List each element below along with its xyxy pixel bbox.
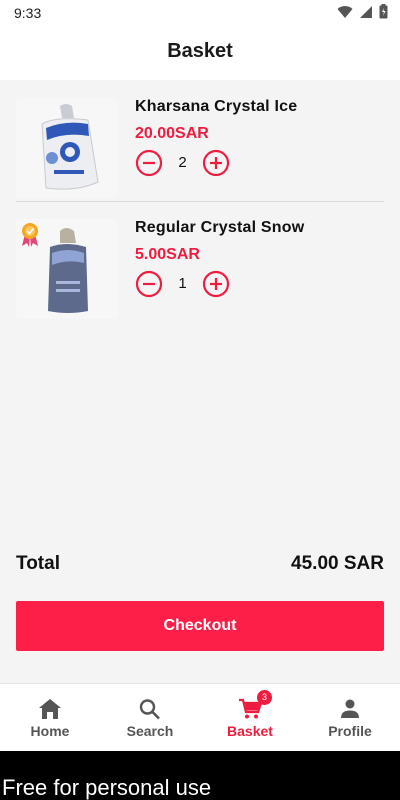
total-label: Total xyxy=(16,553,60,574)
watermark-text: Free for personal use xyxy=(2,775,212,800)
quantity-stepper: 1 xyxy=(135,270,235,298)
decrease-quantity-button[interactable] xyxy=(135,270,163,298)
item-price: 20.00SAR xyxy=(135,125,209,142)
basket-item: Regular Crystal Snow 5.00SAR 1 xyxy=(16,219,384,319)
item-name: Kharsana Crystal Ice xyxy=(135,98,298,115)
item-divider xyxy=(16,201,384,202)
cart-count-badge: 3 xyxy=(257,690,272,705)
watermark-bar: Free for personal use xyxy=(0,751,400,800)
item-name: Regular Crystal Snow xyxy=(135,219,305,236)
profile-icon xyxy=(341,699,359,718)
quantity-value: 2 xyxy=(178,154,187,171)
signal-icon xyxy=(360,5,372,18)
nav-label: Profile xyxy=(328,723,372,739)
basket-content: Kharsana Crystal Ice 20.00SAR 2 Regular … xyxy=(0,80,400,683)
nav-item-profile[interactable]: Profile xyxy=(300,684,400,752)
nav-label: Search xyxy=(126,723,174,739)
ice-bag-image xyxy=(16,98,118,198)
item-price: 5.00SAR xyxy=(135,246,200,263)
status-icons xyxy=(337,4,388,19)
quantity-value: 1 xyxy=(178,275,187,292)
quantity-stepper: 2 xyxy=(135,149,235,177)
nav-item-search[interactable]: Search xyxy=(100,684,200,752)
nav-label: Basket xyxy=(227,723,273,739)
product-image[interactable] xyxy=(16,219,118,319)
increase-quantity-button[interactable] xyxy=(202,270,230,298)
decrease-quantity-button[interactable] xyxy=(135,149,163,177)
page-title: Basket xyxy=(167,40,233,62)
home-icon xyxy=(39,699,61,719)
status-bar: 9:33 xyxy=(0,0,400,26)
nav-item-basket[interactable]: 3 Basket xyxy=(200,684,300,752)
status-time: 9:33 xyxy=(14,5,42,21)
nav-label: Home xyxy=(30,723,70,739)
battery-icon xyxy=(379,4,388,19)
basket-item: Kharsana Crystal Ice 20.00SAR 2 xyxy=(16,98,384,198)
app-header: Basket xyxy=(0,26,400,80)
checkout-button[interactable]: Checkout xyxy=(16,601,384,651)
wifi-icon xyxy=(337,5,353,18)
increase-quantity-button[interactable] xyxy=(202,149,230,177)
award-ribbon-icon xyxy=(22,223,38,247)
total-value: 45.00 SAR xyxy=(291,553,384,574)
search-icon xyxy=(139,699,160,720)
nav-item-home[interactable]: Home xyxy=(0,684,100,752)
bottom-nav: Home Search 3 Basket Profile xyxy=(0,683,400,751)
product-image[interactable] xyxy=(16,98,118,198)
